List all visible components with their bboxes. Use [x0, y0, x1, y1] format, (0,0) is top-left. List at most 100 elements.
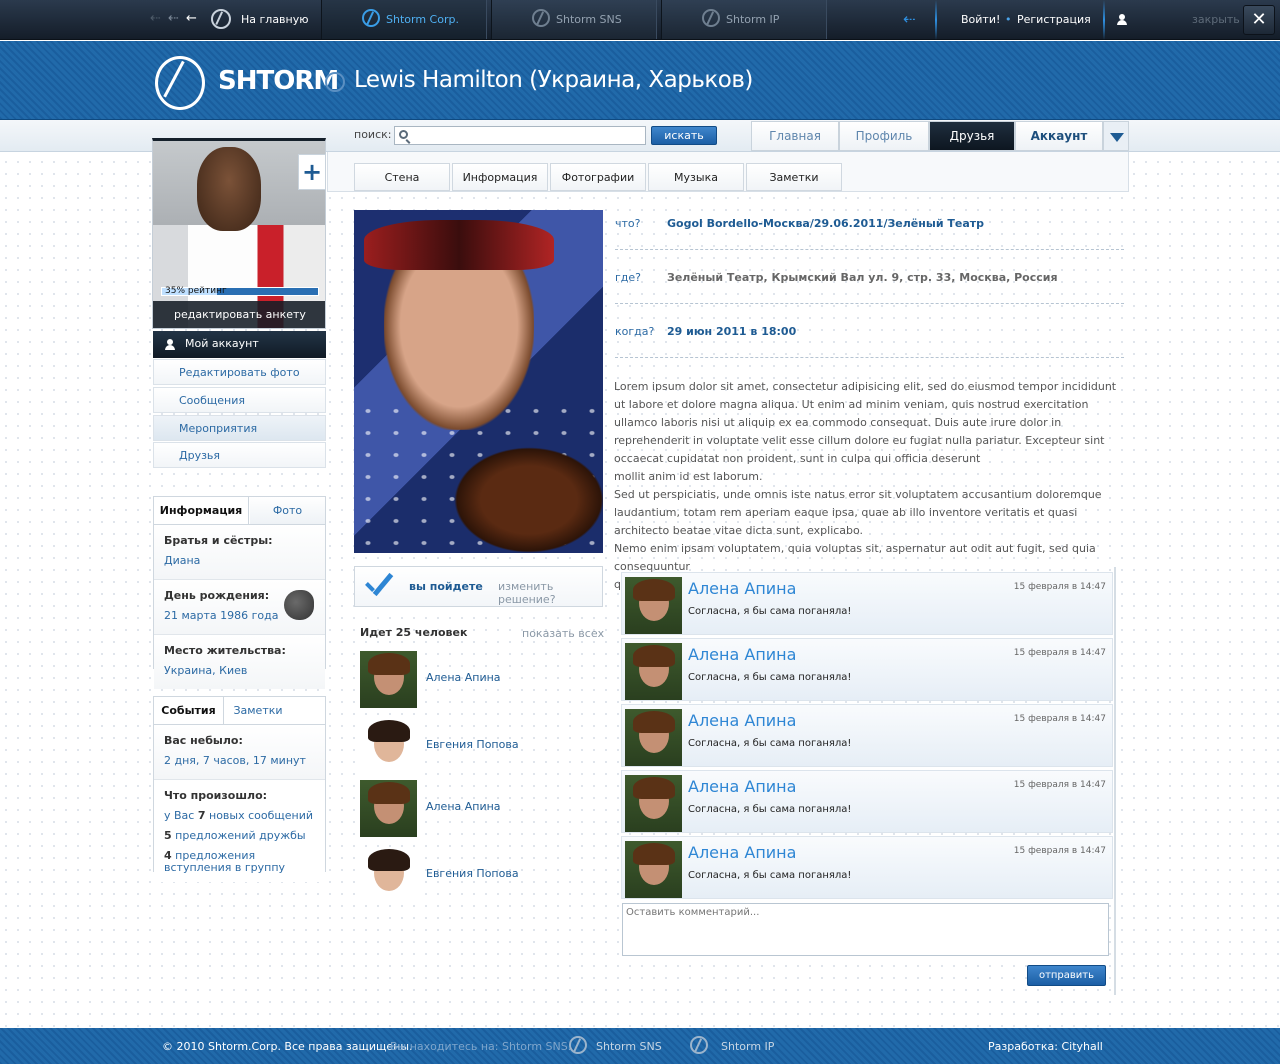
what-label: что? — [615, 217, 641, 230]
tab-photos[interactable]: Фотографии — [550, 163, 646, 191]
home-link[interactable]: На главную — [241, 13, 309, 26]
tab-events[interactable]: События — [154, 697, 224, 724]
tab-shtorm-ip[interactable]: Shtorm IP — [661, 0, 827, 39]
attendee-item[interactable]: Алена Апина — [360, 780, 600, 837]
tab-information[interactable]: Информация — [452, 163, 548, 191]
comment-item: Алена Апина Согласна, я бы сама поганяла… — [621, 770, 1113, 833]
attendee-item[interactable]: Евгения Попова — [360, 847, 600, 901]
tab-wall[interactable]: Стена — [354, 163, 450, 191]
edit-profile-link[interactable]: редактировать анкету — [153, 301, 325, 328]
new-messages-link[interactable]: у Вас 7 новых сообщений — [164, 806, 315, 826]
tab-profile[interactable]: Профиль — [839, 121, 929, 151]
attendee-name[interactable]: Евгения Попова — [426, 738, 519, 751]
show-all-link[interactable]: показать всех — [522, 627, 604, 640]
footer-link-sns[interactable]: Shtorm SNS — [596, 1040, 662, 1053]
shtorm-logo-icon[interactable] — [155, 56, 205, 110]
friend-requests-link[interactable]: 5 предложений дружбы — [164, 826, 315, 846]
search-field[interactable] — [394, 126, 646, 145]
back-arrow-icon[interactable]: ⇠ — [168, 11, 179, 26]
sidebar-item-friends[interactable]: Друзья — [153, 442, 326, 468]
message-count: 7 — [197, 809, 206, 822]
shtorm-logo-icon — [702, 9, 720, 27]
attendees-title: Идет 25 человек — [360, 626, 468, 639]
tab-friends[interactable]: Друзья — [929, 121, 1015, 151]
sidebar-item-messages[interactable]: Сообщения — [153, 387, 326, 413]
tab-shtorm-corp[interactable]: Shtorm Corp. — [321, 0, 487, 39]
comment-author[interactable]: Алена Апина — [688, 645, 796, 664]
change-decision-link[interactable]: изменить решение? — [498, 580, 602, 606]
siblings-section: Братья и сёстры: Диана — [154, 525, 325, 580]
brand-logo[interactable]: SHTORM — [218, 66, 339, 96]
avatar[interactable] — [625, 775, 682, 832]
avatar[interactable] — [360, 847, 417, 901]
happened-section: Что произошло: у Вас 7 новых сообщений 5… — [154, 780, 325, 882]
my-account-button[interactable]: Мой аккаунт — [153, 331, 326, 358]
footer-link-ip[interactable]: Shtorm IP — [721, 1040, 774, 1053]
text-part: у Вас — [164, 809, 198, 822]
photo-face — [197, 147, 261, 231]
info-box-tabs: Информация Фото — [154, 497, 325, 525]
tab-photo[interactable]: Фото — [250, 497, 325, 524]
event-what-value[interactable]: Gogol Bordello-Москва/29.06.2011/Зелёный… — [667, 217, 984, 230]
sidebar-item-edit-photo[interactable]: Редактировать фото — [153, 359, 326, 385]
tab-account[interactable]: Аккаунт — [1015, 121, 1103, 151]
avatar[interactable] — [360, 651, 417, 708]
submit-comment-button[interactable]: отправить — [1027, 965, 1106, 986]
tab-main[interactable]: Главная — [751, 121, 839, 151]
absent-section: Вас небыло: 2 дня, 7 часов, 17 минут — [154, 725, 325, 780]
search-input[interactable] — [415, 127, 643, 144]
avatar[interactable] — [360, 718, 417, 775]
group-invites-link[interactable]: 4 предложения вступления в группу — [164, 850, 315, 874]
text-part: предложений дружбы — [171, 829, 306, 842]
siblings-value[interactable]: Диана — [164, 551, 315, 571]
comment-date: 15 февраля в 14:47 — [1013, 648, 1106, 658]
tab-music[interactable]: Музыка — [648, 163, 744, 191]
comment-author[interactable]: Алена Апина — [688, 711, 796, 730]
event-photo[interactable] — [354, 210, 603, 553]
divider — [615, 249, 1124, 250]
tab-notes[interactable]: Заметки — [746, 163, 842, 191]
comment-author[interactable]: Алена Апина — [688, 579, 796, 598]
login-arrow-icon: ⇠ — [903, 10, 916, 28]
shtorm-logo-icon — [569, 1036, 587, 1054]
user-icon[interactable] — [1117, 14, 1127, 25]
login-link[interactable]: Войти! — [961, 13, 1000, 26]
comment-text: Согласна, я бы сама поганяла! — [688, 870, 852, 881]
back-arrow-icon[interactable]: ⇠ — [150, 11, 161, 26]
tab-info[interactable]: Информация — [154, 497, 249, 524]
attendee-name[interactable]: Алена Апина — [426, 671, 501, 684]
tab-label: Shtorm SNS — [556, 13, 622, 26]
comment-text: Согласна, я бы сама поганяла! — [688, 738, 852, 749]
divider — [935, 0, 937, 40]
dropdown-arrow-icon[interactable] — [1103, 121, 1129, 151]
tab-shtorm-sns[interactable]: Shtorm SNS — [491, 0, 657, 39]
info-box: Информация Фото Братья и сёстры: Диана Д… — [153, 496, 326, 689]
happened-label: Что произошло: — [164, 789, 268, 802]
sidebar-item-events[interactable]: Мероприятия — [153, 415, 326, 441]
attendee-item[interactable]: Алена Апина — [360, 651, 600, 708]
location-text: Вы находитесь на: Shtorm SNS. — [390, 1040, 572, 1053]
avatar[interactable] — [625, 577, 682, 634]
developer-credit[interactable]: Разработка: Cityhall — [988, 1040, 1103, 1053]
comment-author[interactable]: Алена Апина — [688, 843, 796, 862]
avatar[interactable] — [625, 643, 682, 700]
tab-notes-box[interactable]: Заметки — [225, 697, 291, 724]
home-arrow-icon[interactable]: ← — [186, 11, 197, 26]
residence-value[interactable]: Украина, Киев — [164, 661, 315, 681]
close-label[interactable]: закрыть - — [1192, 13, 1247, 26]
register-link[interactable]: Регистрация — [1017, 13, 1091, 26]
close-icon[interactable]: ✕ — [1243, 5, 1275, 35]
comment-input[interactable] — [622, 903, 1109, 956]
attendee-name[interactable]: Алена Апина — [426, 800, 501, 813]
attendee-name[interactable]: Евгения Попова — [426, 867, 519, 880]
avatar[interactable] — [360, 780, 417, 837]
attendee-item[interactable]: Евгения Попова — [360, 718, 600, 775]
search-label: поиск: — [354, 128, 392, 141]
events-box-tabs: События Заметки — [154, 697, 325, 725]
where-label: где? — [615, 271, 641, 284]
search-button[interactable]: искать — [651, 126, 717, 145]
avatar[interactable] — [625, 709, 682, 766]
avatar[interactable] — [625, 841, 682, 898]
comment-author[interactable]: Алена Апина — [688, 777, 796, 796]
plus-icon[interactable]: + — [298, 154, 326, 190]
